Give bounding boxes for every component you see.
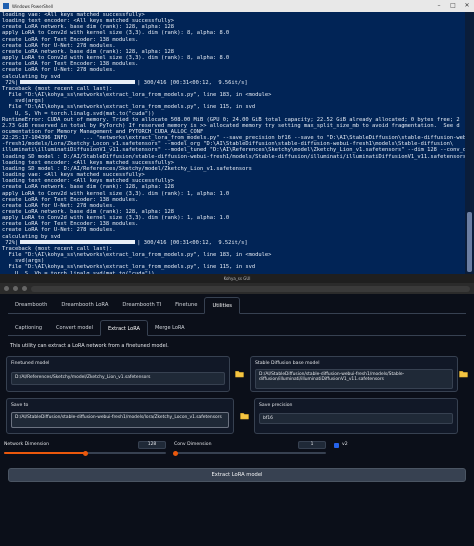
- network-dimension-knob[interactable]: [82, 450, 88, 456]
- browser-window: Kohya_ss GUI Dreambooth Dreambooth LoRA …: [0, 274, 474, 546]
- conv-dimension-number[interactable]: 1: [298, 441, 326, 449]
- finetuned-model-input[interactable]: D:/AI/References/Sketchy/model/Zketchy_L…: [11, 372, 225, 385]
- network-dimension-label: Network Dimension: [4, 442, 50, 447]
- v2-checkbox[interactable]: [334, 443, 339, 448]
- save-to-label: Save to: [11, 403, 29, 408]
- finetuned-model-panel: Finetuned model D:/AI/References/Sketchy…: [6, 356, 230, 392]
- network-dimension-fill: [4, 452, 85, 454]
- save-to-panel: Save to D:/AI/StableDiffusion/stable-dif…: [6, 398, 234, 434]
- conv-dimension-knob[interactable]: [173, 450, 179, 456]
- close-icon[interactable]: ✕: [460, 0, 474, 12]
- tab-dreambooth-lora[interactable]: Dreambooth LoRA: [54, 297, 115, 313]
- powershell-output: loading vae: <All keys matched successfu…: [0, 12, 465, 274]
- back-icon[interactable]: [4, 286, 9, 291]
- powershell-titlebar: Windows PowerShell – □ ✕: [0, 0, 474, 12]
- main-tabs: Dreambooth Dreambooth LoRA Dreambooth TI…: [8, 297, 466, 314]
- tab-merge-lora[interactable]: Merge LoRA: [148, 320, 192, 335]
- maximize-icon[interactable]: □: [446, 0, 460, 12]
- finetuned-folder-icon[interactable]: [235, 369, 244, 378]
- powershell-icon: [3, 3, 9, 9]
- progress-bar: [20, 240, 136, 245]
- conv-dimension-label: Conv Dimension: [174, 442, 212, 447]
- base-model-label: Stable Diffusion base model: [255, 361, 320, 366]
- address-bar[interactable]: [31, 285, 470, 292]
- console-line: illuminati\illuminatiDiffusionV1_v11.saf…: [2, 147, 465, 154]
- v2-label: v2: [342, 442, 348, 447]
- powershell-window: Windows PowerShell – □ ✕ loading vae: <A…: [0, 0, 474, 274]
- browser-title: Kohya_ss GUI: [0, 274, 474, 283]
- utility-description: This utility can extract a LoRA network …: [10, 343, 169, 349]
- base-model-input[interactable]: D:/AI/StableDiffusion/stable-diffusion-w…: [255, 369, 453, 389]
- powershell-scrollbar[interactable]: [465, 12, 474, 274]
- progress-stats: | 300/416 [00:31<00:12, 9.56it/s]: [137, 79, 248, 86]
- save-to-input[interactable]: D:/AI/StableDiffusion/stable-diffusion-w…: [11, 412, 229, 428]
- utility-sub-tabs: Captioning Convert model Extract LoRA Me…: [8, 320, 466, 336]
- extract-lora-button[interactable]: Extract LoRA model: [8, 468, 466, 482]
- progress-bar: [20, 80, 136, 85]
- save-precision-label: Save precision: [259, 403, 293, 408]
- base-model-folder-icon[interactable]: [459, 369, 468, 378]
- tab-utilities[interactable]: Utilities: [204, 297, 240, 314]
- save-precision-panel: Save precision bf16: [254, 398, 458, 434]
- minimize-icon[interactable]: –: [432, 0, 446, 12]
- tab-captioning[interactable]: Captioning: [8, 320, 49, 335]
- progress-stats: | 300/416 [00:31<00:12, 9.52it/s]: [137, 239, 248, 246]
- powershell-title: Windows PowerShell: [12, 3, 53, 9]
- scrollbar-thumb[interactable]: [467, 212, 472, 272]
- console-line: loading SD model : D:/AI/StableDiffusion…: [2, 153, 465, 160]
- network-dimension-number[interactable]: 128: [138, 441, 166, 449]
- conv-dimension-slider[interactable]: [174, 452, 326, 454]
- tab-finetune[interactable]: Finetune: [168, 297, 204, 313]
- progress-percent: 72%|: [2, 79, 19, 86]
- browser-toolbar: [0, 283, 474, 294]
- tab-extract-lora[interactable]: Extract LoRA: [99, 320, 148, 336]
- tab-convert-model[interactable]: Convert model: [49, 320, 100, 335]
- reload-icon[interactable]: [22, 286, 27, 291]
- save-to-folder-icon[interactable]: [240, 411, 249, 420]
- finetuned-model-label: Finetuned model: [11, 361, 50, 366]
- progress-percent: 72%|: [2, 239, 19, 246]
- save-precision-dropdown[interactable]: bf16: [259, 413, 453, 424]
- tab-dreambooth-ti[interactable]: Dreambooth TI: [115, 297, 168, 313]
- forward-icon[interactable]: [13, 286, 18, 291]
- tab-dreambooth[interactable]: Dreambooth: [8, 297, 54, 313]
- base-model-panel: Stable Diffusion base model D:/AI/Stable…: [250, 356, 458, 392]
- console-line: RuntimeError: CUDA out of memory. Tried …: [2, 116, 460, 123]
- gradio-app: Dreambooth Dreambooth LoRA Dreambooth TI…: [0, 294, 474, 546]
